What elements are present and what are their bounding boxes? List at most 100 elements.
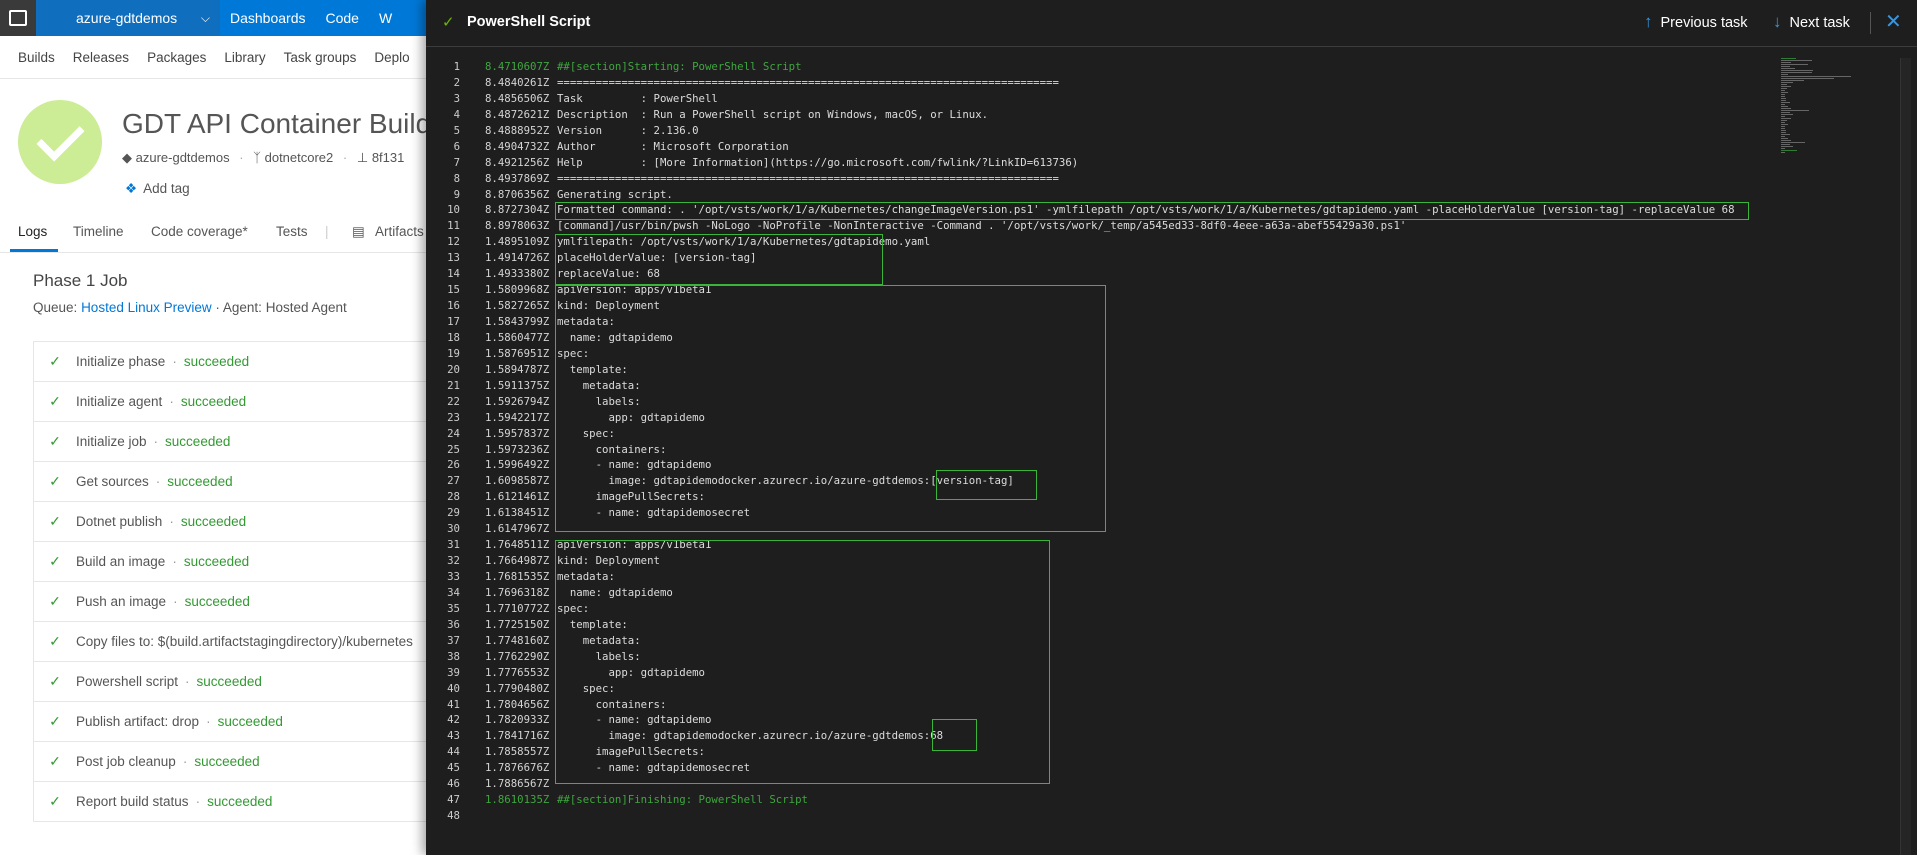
log-timestamp: 1.6121461Z (485, 490, 550, 504)
log-timestamp: 1.7886567Z (485, 777, 550, 791)
task-row[interactable]: ✓ Build an image · succeeded (33, 542, 430, 582)
nav-dashboards[interactable]: Dashboards (220, 0, 316, 36)
minimap-line (1781, 118, 1791, 119)
line-number: 40 (447, 681, 460, 695)
next-task-button[interactable]: ↓ Next task (1773, 12, 1850, 32)
chevron-down-icon: ⌵ (200, 10, 210, 25)
close-icon[interactable]: ✕ (1885, 9, 1902, 34)
line-number: 16 (447, 299, 460, 313)
subnav-deployment-groups[interactable]: Deplo (374, 50, 409, 65)
task-name: Publish artifact: drop (76, 714, 200, 729)
tab-artifacts[interactable]: Artifacts (375, 224, 424, 239)
build-branch[interactable]: dotnetcore2 (265, 150, 334, 165)
minimap-line (1781, 136, 1785, 137)
task-name: Report build status (76, 794, 189, 809)
artifacts-icon: ▤ (352, 224, 365, 239)
log-timestamp: 1.7776553Z (485, 665, 550, 679)
task-row[interactable]: ✓ Push an image · succeeded (33, 582, 430, 622)
subnav-library[interactable]: Library (224, 50, 265, 65)
line-number: 36 (447, 617, 460, 631)
minimap-line (1781, 140, 1791, 141)
add-tag-button[interactable]: ❖ Add tag (125, 181, 190, 197)
tab-tests[interactable]: Tests (276, 224, 308, 239)
task-row[interactable]: ✓ Initialize job · succeeded (33, 422, 430, 462)
log-timestamp: 1.6098587Z (485, 474, 550, 488)
log-text: name: gdtapidemo (557, 585, 673, 599)
subnav-packages[interactable]: Packages (147, 50, 206, 65)
log-line: 15 1.5809968Z apiVersion: apps/v1beta1 (426, 282, 1766, 298)
log-text: - name: gdtapidemosecret (557, 761, 751, 775)
log-line: 7 8.4921256Z Help : [More Information](htt… (426, 155, 1766, 171)
previous-task-button[interactable]: ↑ Previous task (1644, 12, 1748, 32)
task-row[interactable]: ✓ Powershell script · succeeded (33, 662, 430, 702)
subnav-task-groups[interactable]: Task groups (284, 50, 357, 65)
separator: · (195, 794, 201, 809)
log-text: Description : Run a PowerShell script on… (557, 107, 989, 121)
subnav-releases[interactable]: Releases (73, 50, 129, 65)
build-commit[interactable]: 8f131 (372, 150, 405, 165)
queue-link[interactable]: Hosted Linux Preview (81, 300, 212, 315)
line-number: 1 (453, 60, 460, 73)
log-line: 35 1.7710772Z spec: (426, 601, 1766, 617)
tab-code-coverage[interactable]: Code coverage* (151, 224, 248, 239)
log-timestamp: 1.4914726Z (485, 251, 550, 265)
vsts-logo-icon[interactable] (0, 0, 36, 36)
nav-code[interactable]: Code (316, 0, 369, 36)
build-project[interactable]: azure-gdtdemos (136, 150, 230, 165)
task-row[interactable]: ✓ Copy files to: $(build.artifactstagingd… (33, 622, 430, 662)
line-number: 42 (447, 713, 460, 727)
line-number: 14 (447, 267, 460, 281)
log-line: 45 1.7876676Z - name: gdtapidemosecret (426, 760, 1766, 776)
minimap-line (1781, 70, 1814, 71)
log-text: Generating script. (557, 187, 673, 201)
log-text: template: (557, 362, 628, 376)
separator: · (169, 394, 174, 409)
log-text: ========================================… (557, 171, 1059, 185)
minimap-line (1781, 76, 1851, 77)
log-timestamp: 1.7725150Z (485, 617, 550, 631)
task-row[interactable]: ✓ Get sources · succeeded (33, 462, 430, 502)
log-content: 1 8.4710607Z ##[section]Starting: PowerShe… (426, 59, 1766, 824)
task-row[interactable]: ✓ Dotnet publish · succeeded (33, 502, 430, 542)
task-row[interactable]: ✓ Report build status · succeeded (33, 782, 430, 822)
line-number: 15 (447, 283, 460, 297)
check-icon: ✓ (49, 473, 61, 489)
log-text: app: gdtapidemo (557, 665, 705, 679)
log-text: template: (557, 617, 628, 631)
log-line: 47 1.8610135Z ##[section]Finishing: PowerS… (426, 792, 1766, 808)
log-timestamp: 1.8610135Z (485, 793, 550, 807)
tab-logs[interactable]: Logs (18, 224, 47, 239)
log-minimap[interactable] (1781, 58, 1851, 153)
nav-work[interactable]: W (369, 0, 402, 36)
log-timestamp: 1.7681535Z (485, 570, 550, 583)
log-line: 31 1.7648511Z apiVersion: apps/v1beta1 (426, 537, 1766, 553)
project-selector[interactable]: azure-gdtdemos ⌵ (36, 0, 220, 36)
task-row[interactable]: ✓ Publish artifact: drop · succeeded (33, 702, 430, 742)
minimap-line (1781, 100, 1787, 101)
log-scrollbar[interactable] (1900, 58, 1911, 855)
log-text: image: gdtapidemodocker.azurecr.io/azure… (557, 474, 1014, 488)
subnav-builds[interactable]: Builds (18, 50, 55, 65)
task-row[interactable]: ✓ Initialize agent · succeeded (33, 382, 430, 422)
log-text: Formatted command: . '/opt/vsts/work/1/a… (557, 203, 1735, 217)
separator: · (172, 554, 177, 569)
line-number: 38 (447, 649, 460, 663)
check-icon: ✓ (49, 673, 61, 689)
log-line: 20 1.5894787Z template: (426, 362, 1766, 378)
log-line: 48 (426, 808, 1766, 824)
minimap-line (1781, 124, 1789, 125)
task-row[interactable]: ✓ Initialize phase · succeeded (33, 342, 430, 382)
task-status: succeeded (183, 554, 250, 569)
phase-title: Phase 1 Job (33, 271, 128, 290)
line-number: 18 (447, 330, 460, 344)
tab-timeline[interactable]: Timeline (73, 224, 124, 239)
minimap-line (1781, 66, 1790, 67)
task-row[interactable]: ✓ Post job cleanup · succeeded (33, 742, 430, 782)
minimap-line (1781, 96, 1786, 97)
minimap-line (1781, 108, 1791, 109)
log-line: 37 1.7748160Z metadata: (426, 633, 1766, 649)
tabs-divider: | (325, 224, 329, 239)
task-name: Initialize job (76, 434, 147, 449)
minimap-line (1781, 132, 1787, 133)
log-line: 21 1.5911375Z metadata: (426, 378, 1766, 394)
